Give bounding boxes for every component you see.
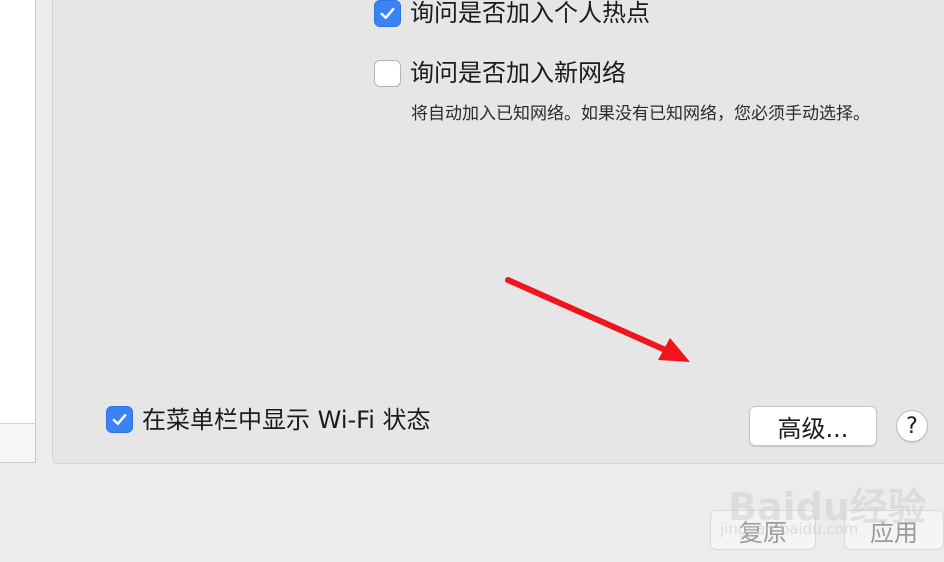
ask-join-hotspot-label: 询问是否加入个人热点	[410, 0, 650, 27]
show-wifi-menubar-label: 在菜单栏中显示 Wi-Fi 状态	[142, 406, 431, 434]
advanced-button[interactable]: 高级...	[749, 406, 877, 446]
watermark-url: jingyan.baidu.com	[720, 520, 859, 538]
ask-join-new-network-description: 将自动加入已知网络。如果没有已知网络，您必须手动选择。	[411, 104, 870, 124]
ask-join-new-network-checkbox[interactable]	[374, 60, 401, 87]
baidu-jingyan-watermark: Baidu经验 jingyan.baidu.com	[720, 458, 940, 548]
show-wifi-menubar-checkbox[interactable]	[106, 406, 133, 433]
network-list-footer	[0, 423, 36, 463]
check-icon	[380, 7, 395, 20]
help-button[interactable]: ?	[896, 410, 928, 442]
network-preferences-window: 询问是否加入个人热点 询问是否加入新网络 将自动加入已知网络。如果没有已知网络，…	[0, 0, 944, 562]
red-arrow-icon	[505, 277, 690, 362]
ask-join-new-network-label: 询问是否加入新网络	[410, 59, 626, 87]
check-icon	[112, 413, 127, 426]
ask-join-hotspot-checkbox[interactable]	[374, 0, 401, 27]
network-list-pane[interactable]	[0, 0, 36, 463]
